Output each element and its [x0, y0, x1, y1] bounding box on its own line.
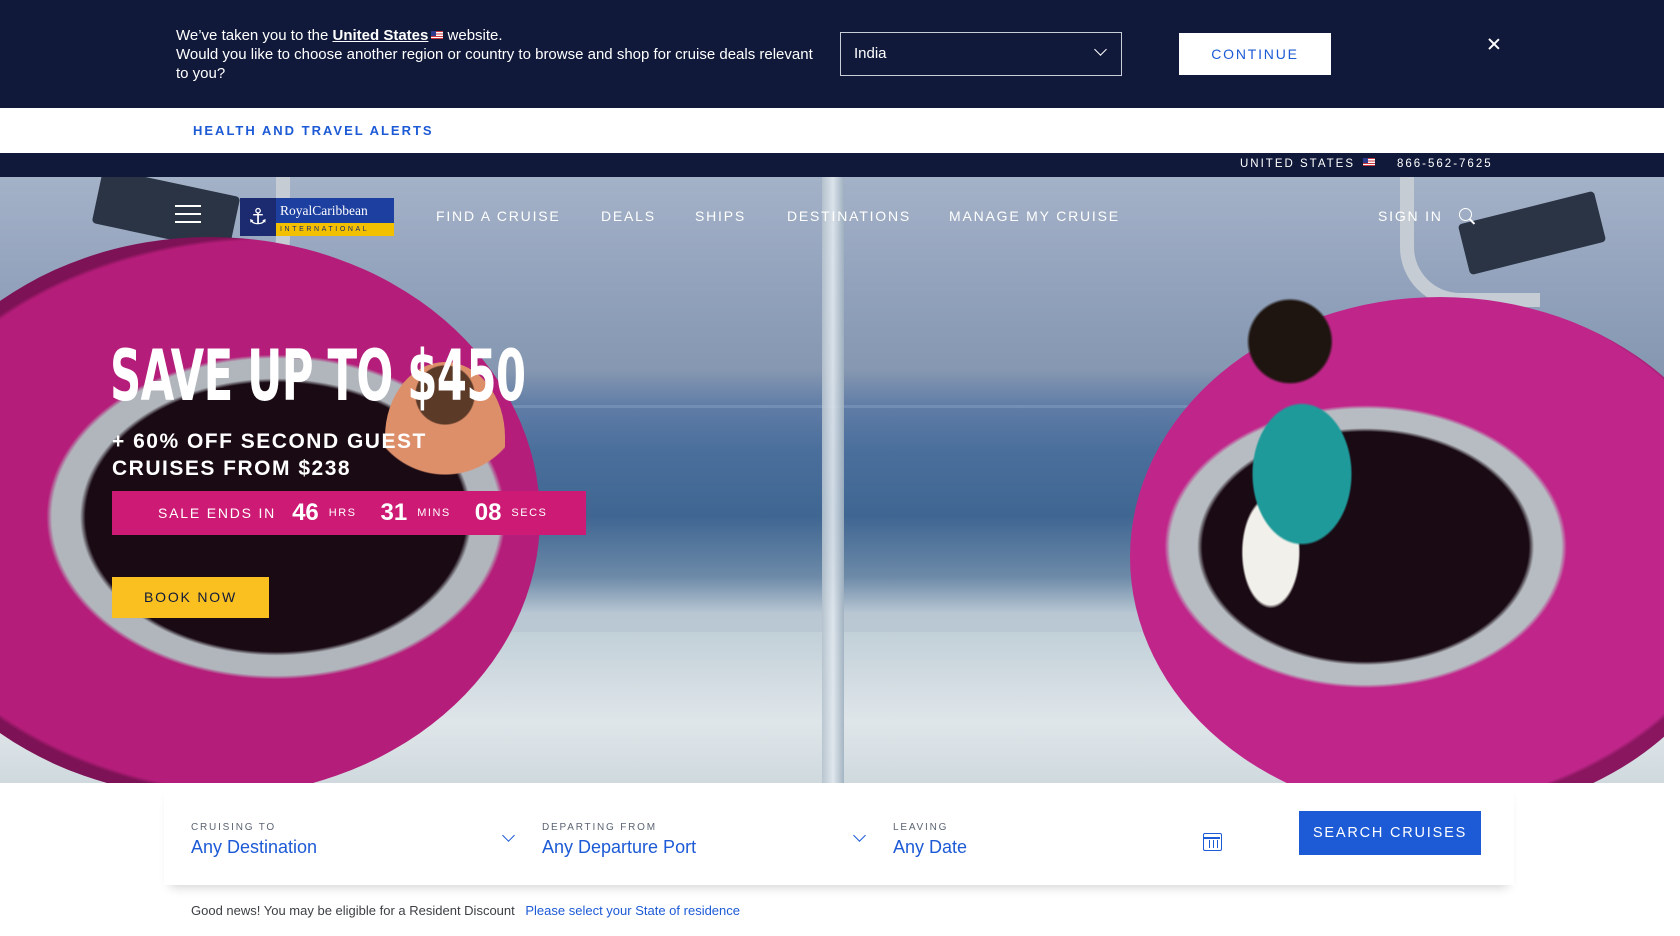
- region-message-line1: We’ve taken you to the United States web…: [176, 26, 816, 45]
- alerts-bar: HEALTH AND TRAVEL ALERTS: [0, 108, 1664, 153]
- countdown-hours: 46: [292, 499, 319, 526]
- country-selector[interactable]: UNITED STATES: [1240, 158, 1376, 170]
- departure-value: Any Departure Port: [542, 837, 697, 857]
- logo-wordmark: RoyalCaribbean INTERNATIONAL: [276, 198, 394, 236]
- nav-deals[interactable]: DEALS: [601, 208, 656, 224]
- promo-cruises-from: CRUISES FROM $238: [112, 457, 352, 480]
- destination-label: CRUISING TO: [191, 822, 276, 833]
- departure-port-select[interactable]: DEPARTING FROM Any Departure Port: [515, 783, 866, 885]
- royal-caribbean-logo[interactable]: ⚓ RoyalCaribbean INTERNATIONAL: [240, 198, 394, 236]
- departure-label: DEPARTING FROM: [542, 822, 657, 833]
- hero-post: [822, 177, 844, 783]
- continue-button[interactable]: CONTINUE: [1179, 33, 1331, 75]
- region-select-value: India: [854, 45, 887, 62]
- promo-subheadline: + 60% OFF SECOND GUEST CRUISES FROM $238: [112, 428, 427, 482]
- main-nav: ⚓ RoyalCaribbean INTERNATIONAL FIND A CR…: [0, 177, 1664, 257]
- countdown-seconds-unit: SECS: [511, 507, 548, 519]
- search-cruises-button[interactable]: SEARCH CRUISES: [1299, 811, 1481, 855]
- nav-ships[interactable]: SHIPS: [695, 208, 746, 224]
- countdown-minutes-unit: MINS: [417, 507, 451, 519]
- scrollbar[interactable]: [1664, 0, 1680, 936]
- cruise-search-panel: CRUISING TO Any Destination DEPARTING FR…: [164, 783, 1514, 885]
- chevron-down-icon: [853, 829, 866, 842]
- region-message-prefix: We’ve taken you to the: [176, 27, 329, 44]
- page-content: We’ve taken you to the United States web…: [0, 0, 1680, 936]
- us-flag-icon: [431, 31, 444, 39]
- book-now-button[interactable]: BOOK NOW: [112, 577, 269, 618]
- promo-second-guest: + 60% OFF SECOND GUEST: [112, 430, 427, 453]
- phone-number[interactable]: 866-562-7625: [1397, 158, 1493, 170]
- calendar-icon: [1203, 833, 1222, 851]
- destination-select[interactable]: CRUISING TO Any Destination: [164, 783, 515, 885]
- us-flag-icon: [1363, 158, 1376, 166]
- sale-countdown: SALE ENDS IN 46 HRS 31 MINS 08 SECS: [112, 491, 586, 535]
- crown-anchor-icon: ⚓: [240, 198, 276, 236]
- leaving-value: Any Date: [893, 837, 968, 857]
- close-icon[interactable]: [1486, 36, 1502, 52]
- region-message: We’ve taken you to the United States web…: [176, 26, 816, 83]
- countdown-label: SALE ENDS IN: [158, 505, 277, 521]
- resident-discount-notice: Good news! You may be eligible for a Res…: [191, 903, 740, 918]
- logo-sub: INTERNATIONAL: [276, 223, 394, 236]
- logo-name: RoyalCaribbean: [276, 198, 394, 223]
- region-banner: We’ve taken you to the United States web…: [0, 0, 1664, 108]
- region-select[interactable]: India: [840, 32, 1122, 76]
- select-state-link[interactable]: Please select your State of residence: [525, 903, 740, 918]
- countdown-hours-unit: HRS: [328, 507, 357, 519]
- countdown-seconds: 08: [474, 499, 502, 526]
- sign-in-link[interactable]: SIGN IN: [1378, 208, 1443, 224]
- utility-bar: UNITED STATES 866-562-7625: [0, 153, 1664, 177]
- page: We’ve taken you to the United States web…: [0, 0, 1680, 936]
- promo-headline: SAVE UP TO $450: [110, 335, 526, 417]
- current-site-link[interactable]: United States: [333, 27, 429, 44]
- health-travel-alerts-link[interactable]: HEALTH AND TRAVEL ALERTS: [193, 123, 434, 138]
- nav-manage-my-cruise[interactable]: MANAGE MY CRUISE: [949, 208, 1120, 224]
- nav-destinations[interactable]: DESTINATIONS: [787, 208, 911, 224]
- destination-value: Any Destination: [191, 837, 318, 857]
- resident-discount-text: Good news! You may be eligible for a Res…: [191, 903, 515, 918]
- search-icon[interactable]: [1459, 208, 1477, 226]
- leaving-date-picker[interactable]: LEAVING Any Date: [866, 783, 1222, 885]
- chevron-down-icon: [1094, 43, 1107, 56]
- hamburger-menu-icon[interactable]: [175, 205, 201, 223]
- region-message-suffix: website.: [447, 27, 503, 44]
- hero-woman: [1170, 287, 1410, 627]
- country-label: UNITED STATES: [1240, 158, 1356, 170]
- chevron-down-icon: [502, 829, 515, 842]
- countdown-minutes: 31: [380, 499, 408, 526]
- nav-find-a-cruise[interactable]: FIND A CRUISE: [436, 208, 561, 224]
- leaving-label: LEAVING: [893, 822, 949, 833]
- region-message-line2: Would you like to choose another region …: [176, 46, 813, 82]
